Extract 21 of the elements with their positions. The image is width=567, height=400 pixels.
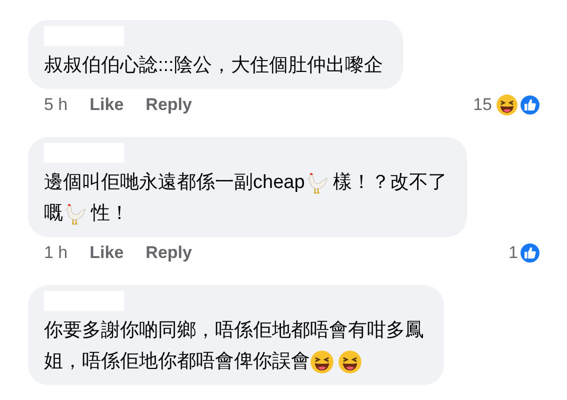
comment-time: 5 h <box>44 95 68 115</box>
like-link[interactable]: Like <box>90 95 124 115</box>
like-icon <box>519 242 541 264</box>
comment-time: 1 h <box>44 243 68 263</box>
reaction-count: 1 <box>508 243 518 263</box>
comment-text: 樣！？改不了 <box>332 171 447 195</box>
comment-text: 性！ <box>91 202 129 226</box>
reply-link[interactable]: Reply <box>146 243 192 263</box>
like-icon <box>519 94 541 116</box>
rooster-icon <box>63 202 87 226</box>
laughing-face-icon <box>496 94 518 116</box>
comment-text: 姐，唔係佢地你都唔會俾你誤會 <box>44 350 310 374</box>
reaction-count: 15 <box>473 95 492 115</box>
like-link[interactable]: Like <box>90 243 124 263</box>
comment-text: 叔叔伯伯心諗:::陰公，大住個肚仲出嚟企 <box>44 54 383 78</box>
comment-text: 邊個叫佢哋永遠都係一副cheap <box>44 171 305 195</box>
laughing-face-icon <box>310 350 334 374</box>
comment-text: 嘅 <box>44 202 63 226</box>
reply-link[interactable]: Reply <box>146 95 192 115</box>
laughing-face-icon <box>338 350 362 374</box>
comment-text: 你要多謝你啲同鄉，唔係佢地都唔會有咁多鳳 <box>44 319 424 343</box>
